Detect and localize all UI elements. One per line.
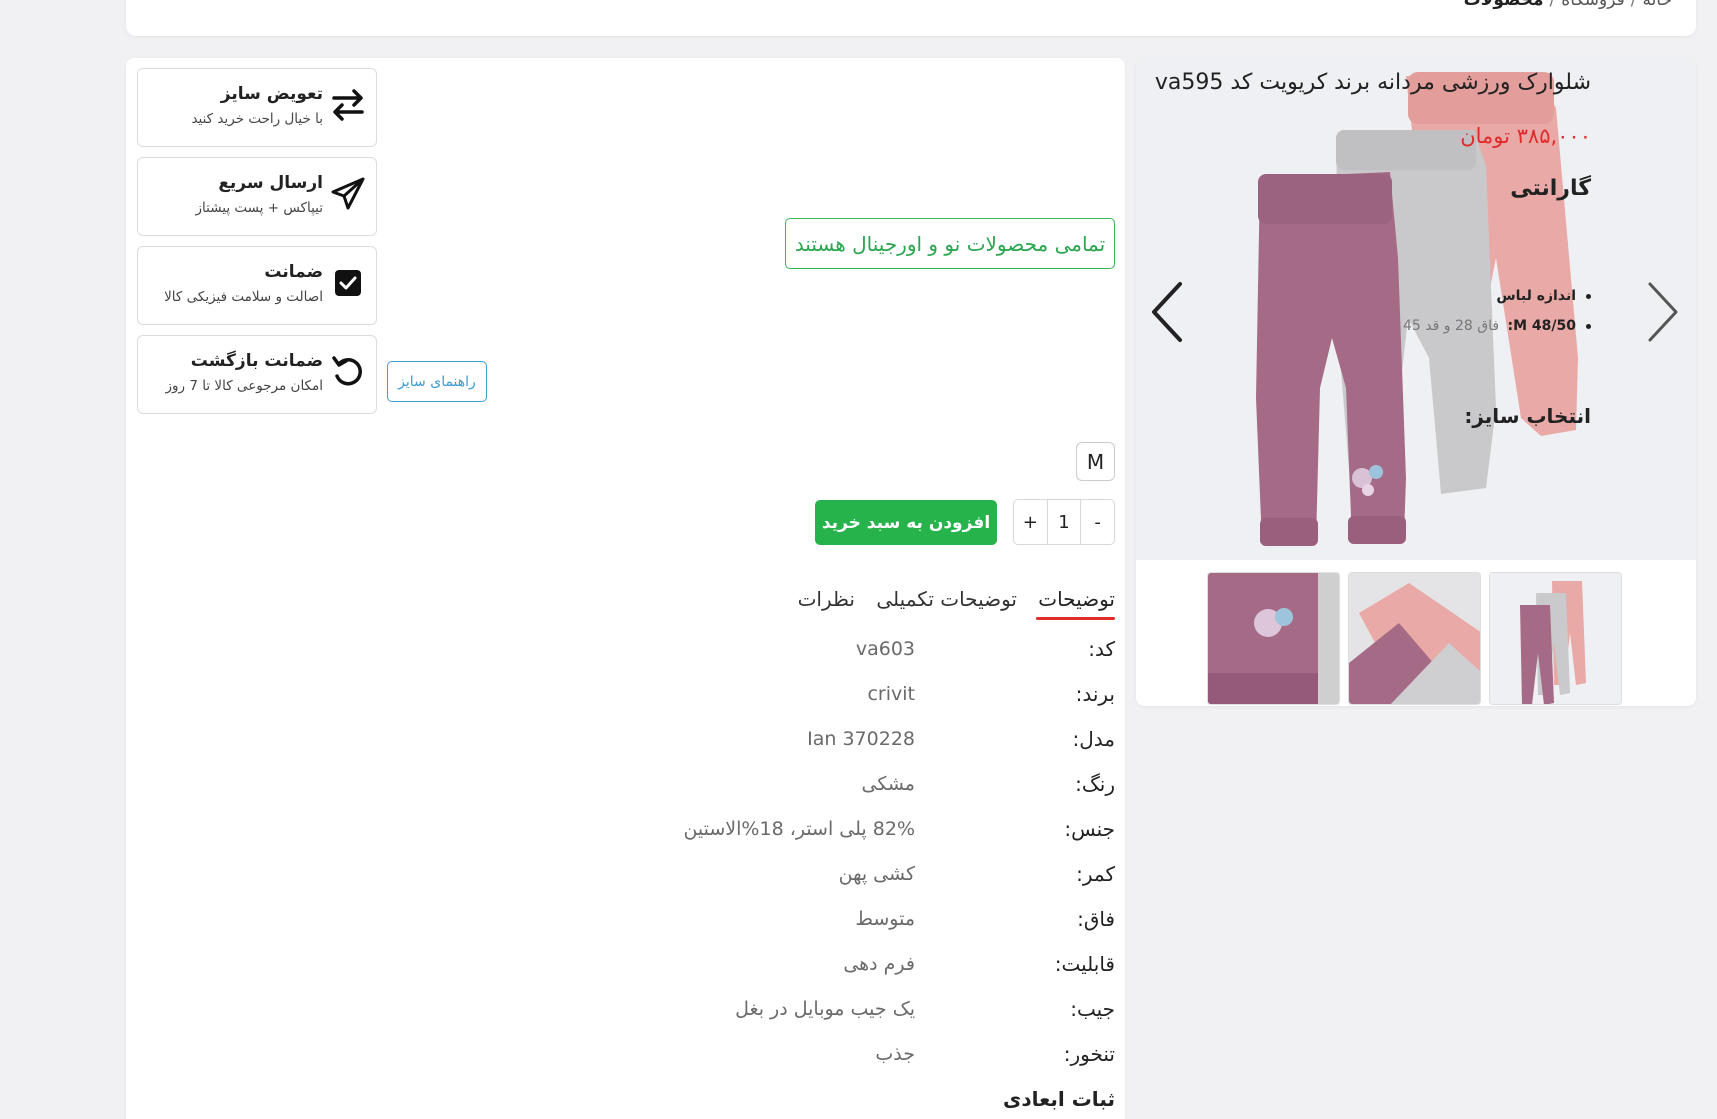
- qty-minus-button[interactable]: -: [1081, 500, 1114, 544]
- feature-title: ضمانت بازگشت: [190, 351, 323, 371]
- feature-title: تعویض سایز: [220, 84, 323, 104]
- feature-title: ارسال سریع: [218, 173, 323, 193]
- spec-key: تنخور:: [1063, 1042, 1115, 1066]
- spec-key: مدل:: [1072, 727, 1115, 751]
- pants-illustration: [1136, 58, 1696, 560]
- qty-plus-button[interactable]: +: [1014, 500, 1047, 544]
- spec-key: جیب:: [1070, 997, 1115, 1021]
- product-gallery: [1136, 58, 1696, 706]
- spec-value: va603: [855, 638, 915, 660]
- feature-size-exchange: تعویض سایز با خیال راحت خرید کنید: [137, 68, 377, 147]
- spec-key: فاق:: [1077, 907, 1115, 931]
- size-bullet-title: اندازه لباس: [1496, 288, 1591, 304]
- spec-key: جنس:: [1064, 817, 1115, 841]
- feature-subtitle: اصالت و سلامت فیزیکی کالا: [164, 289, 323, 305]
- spec-key: برند:: [1075, 682, 1115, 706]
- spec-key: قابلیت:: [1054, 952, 1115, 976]
- size-option-m[interactable]: M: [1076, 442, 1115, 481]
- prev-image-arrow-icon[interactable]: [1146, 280, 1186, 344]
- quantity-stepper: + 1 -: [1013, 499, 1115, 545]
- spec-value: متوسط: [855, 908, 915, 930]
- thumbnail-3[interactable]: [1489, 572, 1622, 705]
- breadcrumb-separator: /: [1630, 0, 1637, 10]
- swap-arrows-icon: [332, 89, 364, 121]
- feature-guarantee: ضمانت اصالت و سلامت فیزیکی کالا: [137, 246, 377, 325]
- feature-title: ضمانت: [264, 262, 323, 282]
- bullet-dot: [1586, 323, 1591, 329]
- bullet-dot: [1586, 293, 1591, 299]
- add-to-cart-button[interactable]: افزودن به سبد خرید: [815, 500, 997, 545]
- feature-return-guarantee: ضمانت بازگشت امکان مرجوعی کالا تا 7 روز: [137, 335, 377, 414]
- warranty-badge: تمامی محصولات نو و اورجینال هستند: [785, 218, 1115, 269]
- active-tab-indicator: [1036, 617, 1115, 620]
- warranty-heading: گارانتی: [1510, 176, 1591, 201]
- product-price: ۳۸۵,۰۰۰ تومان: [1460, 124, 1591, 148]
- spec-value: مشکی: [861, 773, 915, 795]
- spec-value: crivit: [867, 683, 915, 705]
- thumbnail-2[interactable]: [1348, 572, 1481, 705]
- breadcrumb-shop[interactable]: فروشگاه: [1561, 0, 1624, 10]
- next-image-arrow-icon[interactable]: [1644, 280, 1684, 344]
- product-main-image[interactable]: [1136, 58, 1696, 560]
- feature-fast-shipping: ارسال سریع تیپاکس + پست پیشتاز: [137, 157, 377, 236]
- checkbox-icon: [335, 270, 361, 296]
- tab-additional-info[interactable]: توضیحات تکمیلی: [876, 587, 1017, 611]
- tab-description[interactable]: توضیحات: [1038, 587, 1115, 611]
- spec-value: 82% پلی استر، 18%الاستین: [683, 818, 915, 840]
- size-detail-value: فاق 28 و قد 45: [1402, 318, 1500, 334]
- spec-value: یک جیب موبایل در بغل: [735, 998, 915, 1020]
- breadcrumb-bar: خانه / فروشگاه / محصولات: [126, 0, 1696, 36]
- size-bullet-detail: M 48/50: فاق 28 و قد 45: [1403, 318, 1591, 334]
- spec-value: Ian 370228: [807, 728, 915, 750]
- feature-subtitle: با خیال راحت خرید کنید: [191, 111, 323, 127]
- spec-value: کشی پهن: [838, 863, 915, 885]
- product-title: شلوارک ورزشی مردانه برند کریویت کد va595: [1154, 70, 1591, 95]
- breadcrumb-home[interactable]: خانه: [1642, 0, 1672, 10]
- qty-value[interactable]: 1: [1046, 500, 1082, 544]
- size-title-text: اندازه لباس: [1496, 288, 1576, 304]
- size-guide-button[interactable]: راهنمای سایز: [387, 361, 487, 402]
- spec-value: جذب: [875, 1043, 915, 1065]
- thumbnail-1[interactable]: [1207, 572, 1340, 705]
- spec-key: رنگ:: [1075, 772, 1115, 796]
- spec-value: فرم دهی: [843, 953, 915, 975]
- spec-key: کمر:: [1076, 862, 1115, 886]
- breadcrumb: خانه / فروشگاه / محصولات: [1464, 0, 1672, 10]
- breadcrumb-current: محصولات: [1463, 0, 1544, 10]
- feature-subtitle: تیپاکس + پست پیشتاز: [195, 200, 323, 216]
- undo-icon: [332, 356, 362, 386]
- paper-plane-icon: [331, 177, 365, 210]
- size-select-heading: انتخاب سایز:: [1464, 404, 1591, 428]
- breadcrumb-separator: /: [1549, 0, 1556, 10]
- spec-key: ثبات ابعادی: [1002, 1087, 1115, 1111]
- tab-reviews[interactable]: نظرات: [798, 587, 855, 611]
- feature-subtitle: امکان مرجوعی کالا تا 7 روز: [165, 378, 324, 394]
- size-detail-label: M 48/50:: [1507, 318, 1577, 334]
- spec-key: کد:: [1088, 637, 1115, 661]
